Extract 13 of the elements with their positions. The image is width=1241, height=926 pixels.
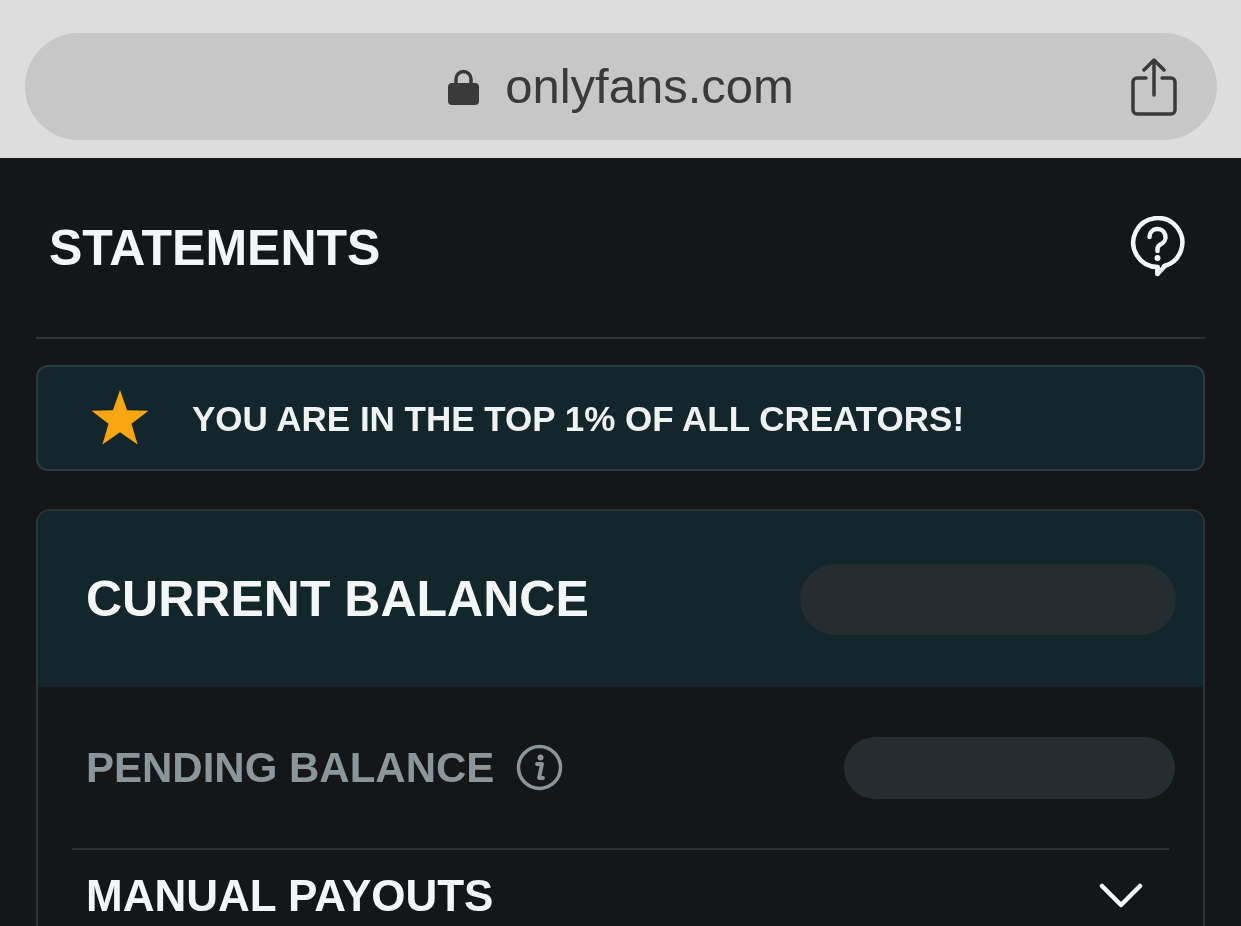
star-icon bbox=[90, 389, 150, 447]
balance-label: CURRENT BALANCE bbox=[86, 574, 589, 624]
address-bar[interactable]: onlyfans.com bbox=[25, 33, 1217, 140]
share-icon[interactable] bbox=[1131, 57, 1177, 116]
balance-label: PENDING BALANCE bbox=[86, 746, 495, 789]
section-label: MANUAL PAYOUTS bbox=[86, 872, 494, 921]
url-text: onlyfans.com bbox=[505, 62, 794, 111]
help-icon[interactable] bbox=[1130, 216, 1185, 279]
banner-text: YOU ARE IN THE TOP 1% OF ALL CREATORS! bbox=[192, 400, 965, 436]
lock-icon bbox=[448, 68, 480, 105]
page-title: STATEMENTS bbox=[49, 222, 381, 273]
info-icon[interactable] bbox=[516, 744, 564, 791]
chevron-down-icon[interactable] bbox=[1099, 883, 1143, 910]
